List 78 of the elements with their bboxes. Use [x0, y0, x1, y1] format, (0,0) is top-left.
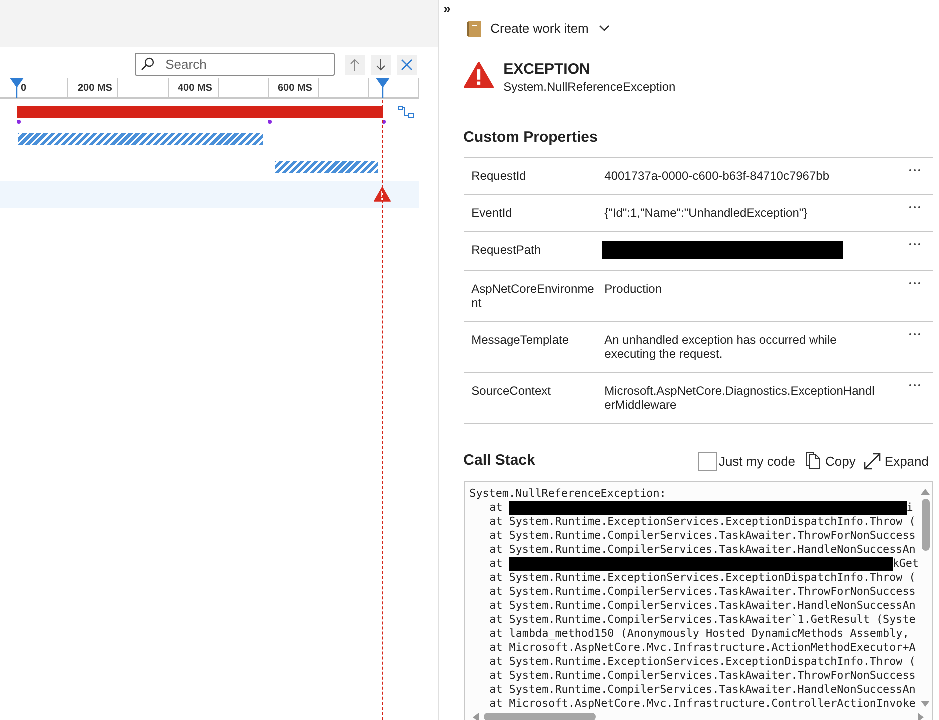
more-icon	[909, 243, 921, 246]
section-title: Custom Properties	[464, 128, 598, 148]
property-value: An unhandled exception has occurred while executing the request.	[604, 333, 837, 361]
more-icon	[909, 333, 921, 336]
stack-line: System.NullReferenceException:	[470, 486, 666, 500]
property-key: EventId	[464, 206, 605, 220]
up-arrow-icon	[350, 58, 360, 70]
stack-line: at	[490, 556, 503, 570]
close-button[interactable]	[396, 54, 417, 74]
tick-label: 0	[21, 82, 27, 96]
stack-line: at System.Runtime.CompilerServices.TaskAwaiter.HandleNonSuccessAn	[488, 598, 916, 612]
exception-title: EXCEPTION	[504, 60, 592, 78]
more-icon	[909, 282, 921, 285]
scroll-up-icon	[921, 488, 930, 494]
more-button[interactable]	[909, 282, 921, 285]
create-work-item-button[interactable]: Create work item	[466, 19, 610, 38]
copy-button[interactable]: Copy	[806, 452, 856, 471]
more-icon	[909, 384, 921, 387]
dependency-bar[interactable]	[18, 133, 263, 145]
previous-button[interactable]	[344, 54, 365, 74]
stack-line: at System.Runtime.CompilerServices.TaskAwaiter.ThrowForNonSuccess	[488, 528, 916, 542]
property-key: RequestId	[464, 169, 605, 183]
just-my-code-checkbox[interactable]: Just my code	[698, 452, 796, 471]
tick-label: 200 MS	[78, 82, 112, 96]
more-button[interactable]	[909, 206, 921, 209]
notebook-icon	[466, 20, 481, 37]
more-button[interactable]	[909, 243, 921, 246]
expand-button[interactable]: Expand	[864, 452, 929, 471]
close-icon	[400, 58, 413, 70]
stack-line: at	[490, 500, 503, 514]
more-icon	[909, 206, 921, 209]
property-key: RequestPath	[464, 243, 605, 257]
stack-line: at lambda_method150 (Anonymously Hosted DynamicMethods Assembly,	[488, 626, 910, 640]
stack-line: at Microsoft.AspNetCore.Mvc.Infrastructure.ControllerActionInvoke	[488, 696, 916, 710]
property-value: {"Id":1,"Name":"UnhandledException"}	[604, 206, 808, 220]
down-arrow-icon	[376, 58, 386, 70]
scrollbar-thumb[interactable]	[484, 713, 596, 720]
scroll-down-icon	[921, 700, 930, 706]
scroll-right-icon	[918, 712, 924, 720]
end-marker[interactable]	[376, 78, 390, 98]
property-value: Microsoft.AspNetCore.Diagnostics.ExceptionHandlerMiddleware	[604, 384, 875, 412]
stack-line: i	[906, 500, 914, 514]
property-value: 4001737a-0000-c600-b63f-84710c7967bb	[604, 169, 830, 183]
more-icon	[909, 169, 921, 172]
copy-icon	[806, 452, 822, 470]
next-button[interactable]	[370, 54, 391, 74]
property-key: MessageTemplate	[464, 333, 605, 347]
scroll-left-icon	[472, 712, 479, 720]
hierarchy-icon[interactable]	[398, 106, 414, 118]
stack-line: at System.Runtime.CompilerServices.TaskAwaiter.ThrowForNonSuccess	[488, 668, 916, 682]
stack-line: at System.Runtime.CompilerServices.TaskAwaiter.ThrowForNonSuccess	[488, 584, 916, 598]
stack-line: at System.Runtime.CompilerServices.TaskAwaiter`1.GetResult (Syste	[488, 612, 916, 626]
stack-line: at System.Runtime.ExceptionServices.ExceptionDispatchInfo.Throw (	[488, 654, 916, 668]
scrollbar-thumb[interactable]	[922, 498, 930, 550]
tick-label: 400 MS	[178, 82, 212, 96]
stack-line: at System.Runtime.CompilerServices.TaskAwaiter.HandleNonSuccessAn	[488, 682, 916, 696]
stack-line: at System.Runtime.CompilerServices.TaskAwaiter.HandleNonSuccessAn	[488, 542, 916, 556]
more-button[interactable]	[909, 333, 921, 336]
stack-line: at System.Runtime.ExceptionServices.ExceptionDispatchInfo.Throw (	[488, 570, 916, 584]
exception-type: System.NullReferenceException	[504, 78, 676, 94]
collapse-toggle[interactable]: »	[444, 2, 451, 15]
error-icon	[464, 62, 494, 88]
search-icon	[140, 57, 155, 71]
expand-icon	[864, 452, 881, 470]
section-title: Call Stack	[464, 451, 536, 471]
search-field[interactable]: Search	[134, 53, 335, 76]
dependency-bar[interactable]	[275, 161, 378, 173]
stack-line: at Microsoft.AspNetCore.Mvc.Infrastructure.ActionMethodExecutor+A	[488, 640, 916, 654]
tick-label: 600 MS	[278, 82, 312, 96]
stack-line: at System.Runtime.ExceptionServices.ExceptionDispatchInfo.Throw (	[488, 514, 916, 528]
property-key: AspNetCoreEnvironment	[464, 282, 605, 310]
chevron-down-icon	[598, 25, 610, 32]
property-key: SourceContext	[464, 384, 605, 398]
stack-line: kGet	[892, 556, 919, 570]
more-button[interactable]	[909, 384, 921, 387]
more-button[interactable]	[909, 169, 921, 172]
warning-icon	[374, 187, 391, 202]
property-value: Production	[604, 282, 662, 296]
